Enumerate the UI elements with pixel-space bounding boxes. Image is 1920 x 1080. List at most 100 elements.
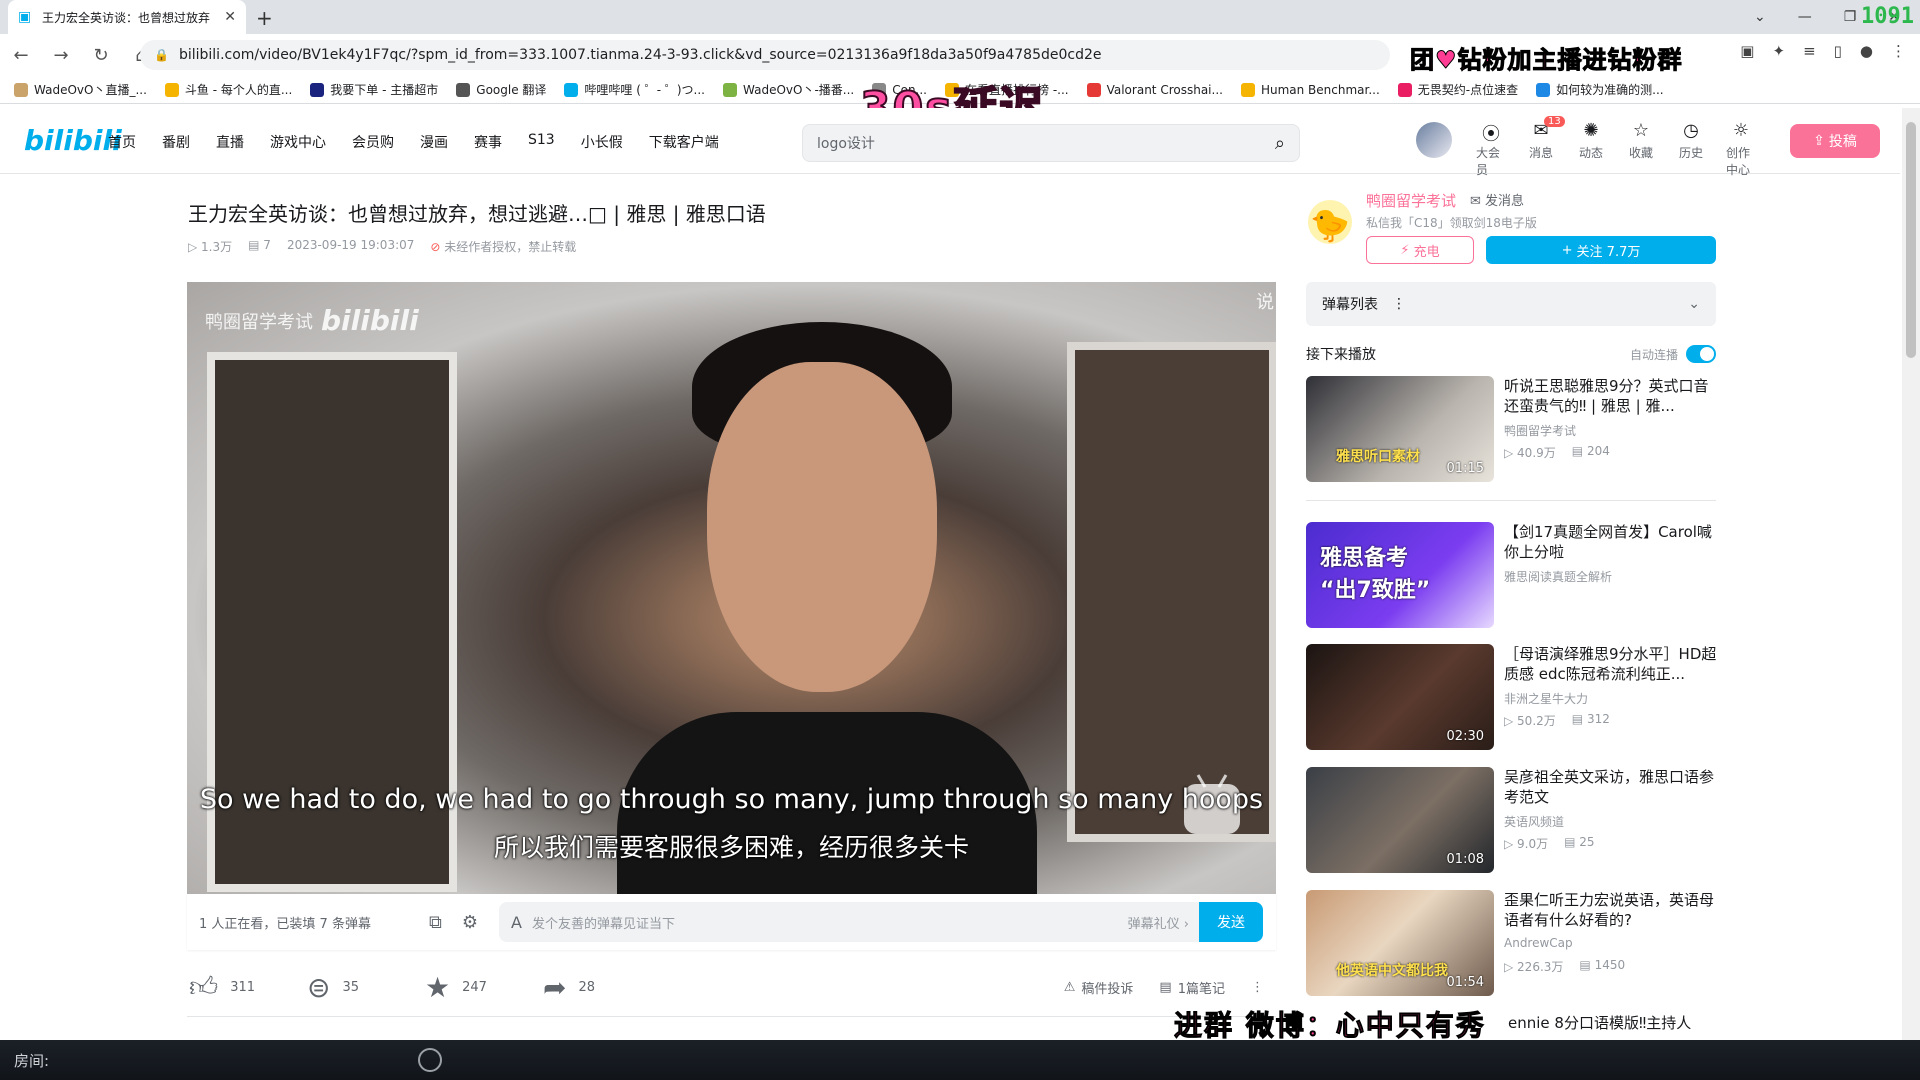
recommendation-author[interactable]: AndrewCap: [1504, 936, 1573, 950]
scrollbar-thumb[interactable]: [1906, 122, 1916, 358]
more-icon[interactable]: ⋮: [1251, 980, 1264, 995]
user-avatar[interactable]: [1416, 122, 1452, 158]
video-player[interactable]: 鸭圈留学考试 bilibili 说 So we had to do, we ha…: [187, 282, 1276, 894]
charge-button[interactable]: ⚡ 充电: [1366, 236, 1474, 264]
recommendation-title[interactable]: 听说王思聪雅思9分？英式口音还蛮贵气的‼ | 雅思 | 雅...: [1504, 376, 1720, 416]
back-icon[interactable]: ←: [12, 45, 30, 66]
bookmark-item[interactable]: 哔哩哔哩 ( ゜- ゜)つ...: [564, 81, 705, 98]
bookmark-item[interactable]: Human Benchmar...: [1240, 82, 1380, 97]
danmaku-toggle-icon[interactable]: ⧉: [429, 912, 442, 933]
header-nav: 首页 番剧 直播 游戏中心 会员购 漫画 赛事 S13 小长假 下载客户端: [108, 132, 719, 152]
recommendation-item[interactable]: 雅思备考 “出7致胜” 【剑17真题全网首发】Carol喊你上分啦雅思阅读真题全解…: [1306, 522, 1726, 630]
puzzle-icon[interactable]: ✦: [1772, 42, 1785, 60]
reading-list-icon[interactable]: ≡: [1803, 42, 1816, 60]
header-item[interactable]: ☆ 收藏: [1626, 120, 1656, 161]
favorite-button[interactable]: ★ 247: [425, 971, 543, 1004]
follow-button[interactable]: + 关注 7.7万: [1486, 236, 1716, 264]
bookmark-item[interactable]: 我要下单 - 主播超市: [310, 81, 438, 98]
nav-item[interactable]: 番剧: [162, 132, 190, 152]
views-stat: ▷ 40.9万: [1504, 446, 1556, 460]
profile-icon[interactable]: ●: [1860, 42, 1873, 60]
actions-right: ⚠ 稿件投诉 ▤ 1篇笔记 ⋮: [1064, 978, 1264, 997]
share-arrow-icon: ➦: [543, 970, 567, 1004]
share-button[interactable]: ➦ 28: [543, 971, 661, 1004]
recommendation-thumbnail[interactable]: 02:30: [1306, 644, 1494, 750]
extension-icon[interactable]: ▣: [1740, 42, 1754, 60]
browser-tab-active[interactable]: ▣ 王力宏全英访谈：也曾想过放弃 ✕: [8, 0, 246, 34]
forward-icon[interactable]: →: [52, 45, 70, 66]
nav-item[interactable]: 首页: [108, 132, 136, 152]
recommendation-title[interactable]: 歪果仁听王力宏说英语，英语母语者有什么好看的?: [1504, 890, 1720, 930]
notes-button[interactable]: ▤ 1篇笔记: [1159, 978, 1225, 997]
recommendation-title[interactable]: 【剑17真题全网首发】Carol喊你上分啦: [1504, 522, 1720, 562]
restore-button[interactable]: ❐: [1844, 9, 1857, 25]
danmaku-stat: ▤ 25: [1564, 835, 1595, 849]
recommendation-item[interactable]: 01:08 吴彦祖全英文采访，雅思口语参考范文 英语风频道 ▷ 9.0万 ▤ 25: [1306, 767, 1726, 875]
recommendation-item[interactable]: 他英语中文都比我 01:54 歪果仁听王力宏说英语，英语母语者有什么好看的? Andr…: [1306, 890, 1726, 998]
page-scrollbar[interactable]: [1902, 108, 1920, 1040]
header-item[interactable]: ⦿ 大会员: [1476, 120, 1506, 178]
recommendation-item[interactable]: 02:30 ［母语演绎雅思9分水平］HD超质感 edc陈冠希流利纯正... 非洲之星…: [1306, 644, 1726, 752]
bookmark-item[interactable]: 斗鱼 - 每个人的直...: [164, 81, 292, 98]
uploader-name[interactable]: 鸭圈留学考试: [1366, 190, 1456, 211]
recommendation-author[interactable]: 鸭圈留学考试: [1504, 422, 1576, 439]
coin-button[interactable]: ⊜ 35: [307, 971, 425, 1004]
recommendation-title[interactable]: ［母语演绎雅思9分水平］HD超质感 edc陈冠希流利纯正...: [1504, 644, 1720, 684]
header-item[interactable]: ◷ 历史: [1676, 120, 1706, 161]
header-item[interactable]: ✺ 动态: [1576, 120, 1606, 161]
menu-icon[interactable]: ⋮: [1891, 42, 1906, 60]
header-item[interactable]: ☼ 创作中心: [1726, 120, 1756, 178]
danmaku-etiquette-link[interactable]: 弹幕礼仪 ›: [1128, 913, 1189, 932]
minimize-button[interactable]: —: [1798, 9, 1812, 25]
subtitle-chinese: 所以我们需要客服很多困难，经历很多关卡: [493, 833, 969, 862]
recommendation-thumbnail[interactable]: 雅思听口素材 01:15: [1306, 376, 1494, 482]
autoplay-toggle[interactable]: [1686, 345, 1716, 363]
nav-item[interactable]: 赛事: [474, 132, 502, 152]
danmaku-input[interactable]: A 发个友善的弹幕见证当下 弹幕礼仪 ›: [499, 902, 1199, 942]
bookmark-favicon-icon: [456, 82, 471, 97]
nav-item[interactable]: 漫画: [420, 132, 448, 152]
address-bar[interactable]: 🔒 bilibili.com/video/BV1ek4y1F7qc/?spm_i…: [140, 40, 1390, 70]
recommendation-thumbnail[interactable]: 他英语中文都比我 01:54: [1306, 890, 1494, 996]
recommendation-thumbnail[interactable]: 01:08: [1306, 767, 1494, 873]
nav-item[interactable]: S13: [528, 132, 555, 152]
header-item[interactable]: ✉ 13 消息: [1526, 116, 1565, 161]
font-style-icon[interactable]: A: [511, 913, 522, 932]
recommendation-author[interactable]: 英语风频道: [1504, 813, 1564, 830]
close-tab-icon[interactable]: ✕: [224, 9, 236, 25]
bookmark-item[interactable]: WadeOvO丶-播番...: [723, 81, 854, 98]
recommendation-title[interactable]: 吴彦祖全英文采访，雅思口语参考范文: [1504, 767, 1720, 807]
nav-item[interactable]: 游戏中心: [270, 132, 326, 152]
more-vertical-icon[interactable]: ⋮: [1392, 296, 1406, 312]
bookmark-item[interactable]: 如何较为准确的测...: [1536, 81, 1664, 98]
reload-icon[interactable]: ↻: [92, 45, 110, 66]
lightning-icon: ⚡: [1400, 242, 1410, 258]
nav-item[interactable]: 会员购: [352, 132, 394, 152]
upload-button[interactable]: ⇪ 投稿: [1790, 124, 1880, 158]
bookmark-item[interactable]: Valorant Crosshai...: [1086, 82, 1223, 97]
nav-item[interactable]: 小长假: [581, 132, 623, 152]
recommendation-author[interactable]: 雅思阅读真题全解析: [1504, 568, 1612, 585]
search-icon[interactable]: ⌕: [1275, 133, 1285, 154]
nav-item[interactable]: 直播: [216, 132, 244, 152]
search-input[interactable]: logo设计 ⌕: [802, 124, 1300, 162]
recommendation-thumbnail[interactable]: 雅思备考 “出7致胜”: [1306, 522, 1494, 628]
tab-search-icon[interactable]: ⌄: [1754, 9, 1766, 25]
danmaku-settings-icon[interactable]: ⚙: [462, 912, 478, 933]
bookmark-item[interactable]: Google 翻译: [456, 81, 546, 98]
danmaku-list-toggle[interactable]: 弹幕列表 ⋮ ⌄: [1306, 282, 1716, 326]
new-tab-button[interactable]: +: [256, 6, 273, 30]
bookmark-item[interactable]: WadeOvO丶直播_...: [14, 81, 147, 98]
record-icon[interactable]: [418, 1048, 442, 1072]
report-button[interactable]: ⚠ 稿件投诉: [1064, 978, 1134, 997]
bookmark-item[interactable]: 无畏契约-点位速查: [1397, 81, 1518, 98]
side-panel-icon[interactable]: ▯: [1834, 42, 1842, 60]
recommendation-author[interactable]: 非洲之星牛大力: [1504, 690, 1588, 707]
content-divider: [187, 1016, 1276, 1017]
like-button[interactable]: 👍︎ 311: [189, 970, 307, 1004]
uploader-avatar[interactable]: 🐤: [1308, 200, 1352, 244]
recommendation-item[interactable]: 雅思听口素材 01:15 听说王思聪雅思9分？英式口音还蛮贵气的‼ | 雅思 | 雅…: [1306, 376, 1726, 484]
send-danmaku-button[interactable]: 发送: [1199, 902, 1263, 942]
send-message-button[interactable]: ✉ 发消息: [1470, 190, 1524, 211]
nav-item[interactable]: 下载客户端: [649, 132, 719, 152]
